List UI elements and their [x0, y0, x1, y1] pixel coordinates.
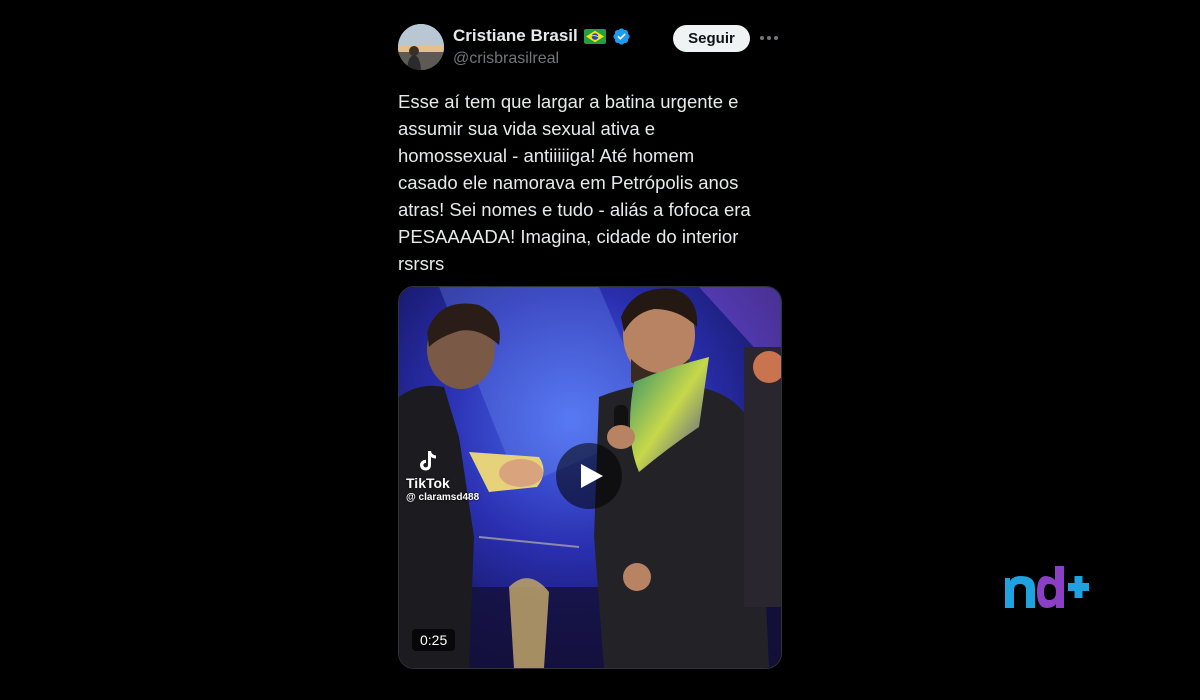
user-handle[interactable]: @crisbrasilreal — [453, 50, 559, 68]
tiktok-username: @ claramsd488 — [406, 492, 480, 503]
tiktok-watermark: TikTok @ claramsd488 — [406, 449, 479, 503]
screenshot-stage: Cristiane Brasil @crisbrasilreal Seguir — [0, 0, 1200, 700]
play-icon — [580, 464, 603, 488]
play-button[interactable] — [556, 443, 622, 509]
follow-button[interactable]: Seguir — [673, 25, 750, 52]
tiktok-logo-icon — [420, 451, 436, 471]
verified-badge-icon — [613, 27, 630, 45]
video-duration: 0:25 — [412, 629, 456, 651]
tiktok-label: TikTok — [406, 475, 450, 491]
display-name[interactable]: Cristiane Brasil — [453, 26, 578, 46]
more-options-icon — [760, 36, 778, 40]
more-options-button[interactable] — [756, 26, 782, 50]
brazil-flag-icon — [583, 28, 606, 44]
nd-plus-logo — [1003, 564, 1091, 612]
video-player[interactable]: TikTok @ claramsd488 0:25 — [398, 286, 782, 669]
avatar[interactable] — [398, 24, 444, 70]
tweet-header: Cristiane Brasil @crisbrasilreal Seguir — [390, 18, 790, 74]
tweet-card: Cristiane Brasil @crisbrasilreal Seguir — [390, 18, 790, 669]
name-row: Cristiane Brasil — [453, 26, 631, 46]
tweet-text: Esse aí tem que largar a batina urgente … — [398, 91, 751, 274]
